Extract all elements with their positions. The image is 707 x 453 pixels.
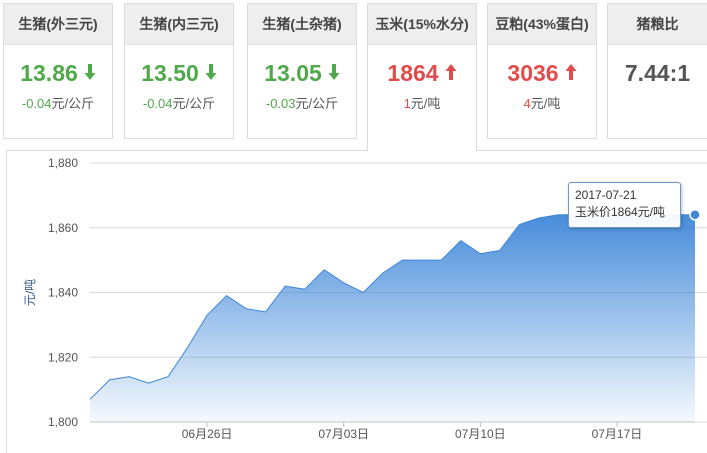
card-change: 1元/吨 <box>403 96 441 111</box>
x-tick-label: 07月10日 <box>455 427 506 441</box>
y-tick-label: 1,820 <box>48 350 78 364</box>
chart-tooltip: 2017-07-21 玉米价1864元/吨 <box>568 182 681 228</box>
x-tick-label: 06月26日 <box>182 427 233 441</box>
y-tick-label: 1,800 <box>48 415 78 429</box>
card-title: 玉米(15%水分) <box>368 4 476 45</box>
y-tick-label: 1,880 <box>48 156 78 170</box>
tooltip-date: 2017-07-21 <box>575 188 637 202</box>
y-tick-label: 1,840 <box>48 286 78 300</box>
tab-corn[interactable]: 玉米(15%水分) 1864 1元/吨 <box>367 3 477 151</box>
tooltip-value: 玉米价1864元/吨 <box>575 205 666 219</box>
x-tick-label: 07月03日 <box>318 427 369 441</box>
series-area <box>90 214 695 422</box>
up-arrow-icon <box>445 59 457 87</box>
x-tick-label: 07月17日 <box>592 427 643 441</box>
y-axis-title: 元/吨 <box>23 279 37 306</box>
y-tick-label: 1,860 <box>48 221 78 235</box>
card-price: 1864 <box>368 59 476 87</box>
highlight-point[interactable] <box>689 209 701 221</box>
